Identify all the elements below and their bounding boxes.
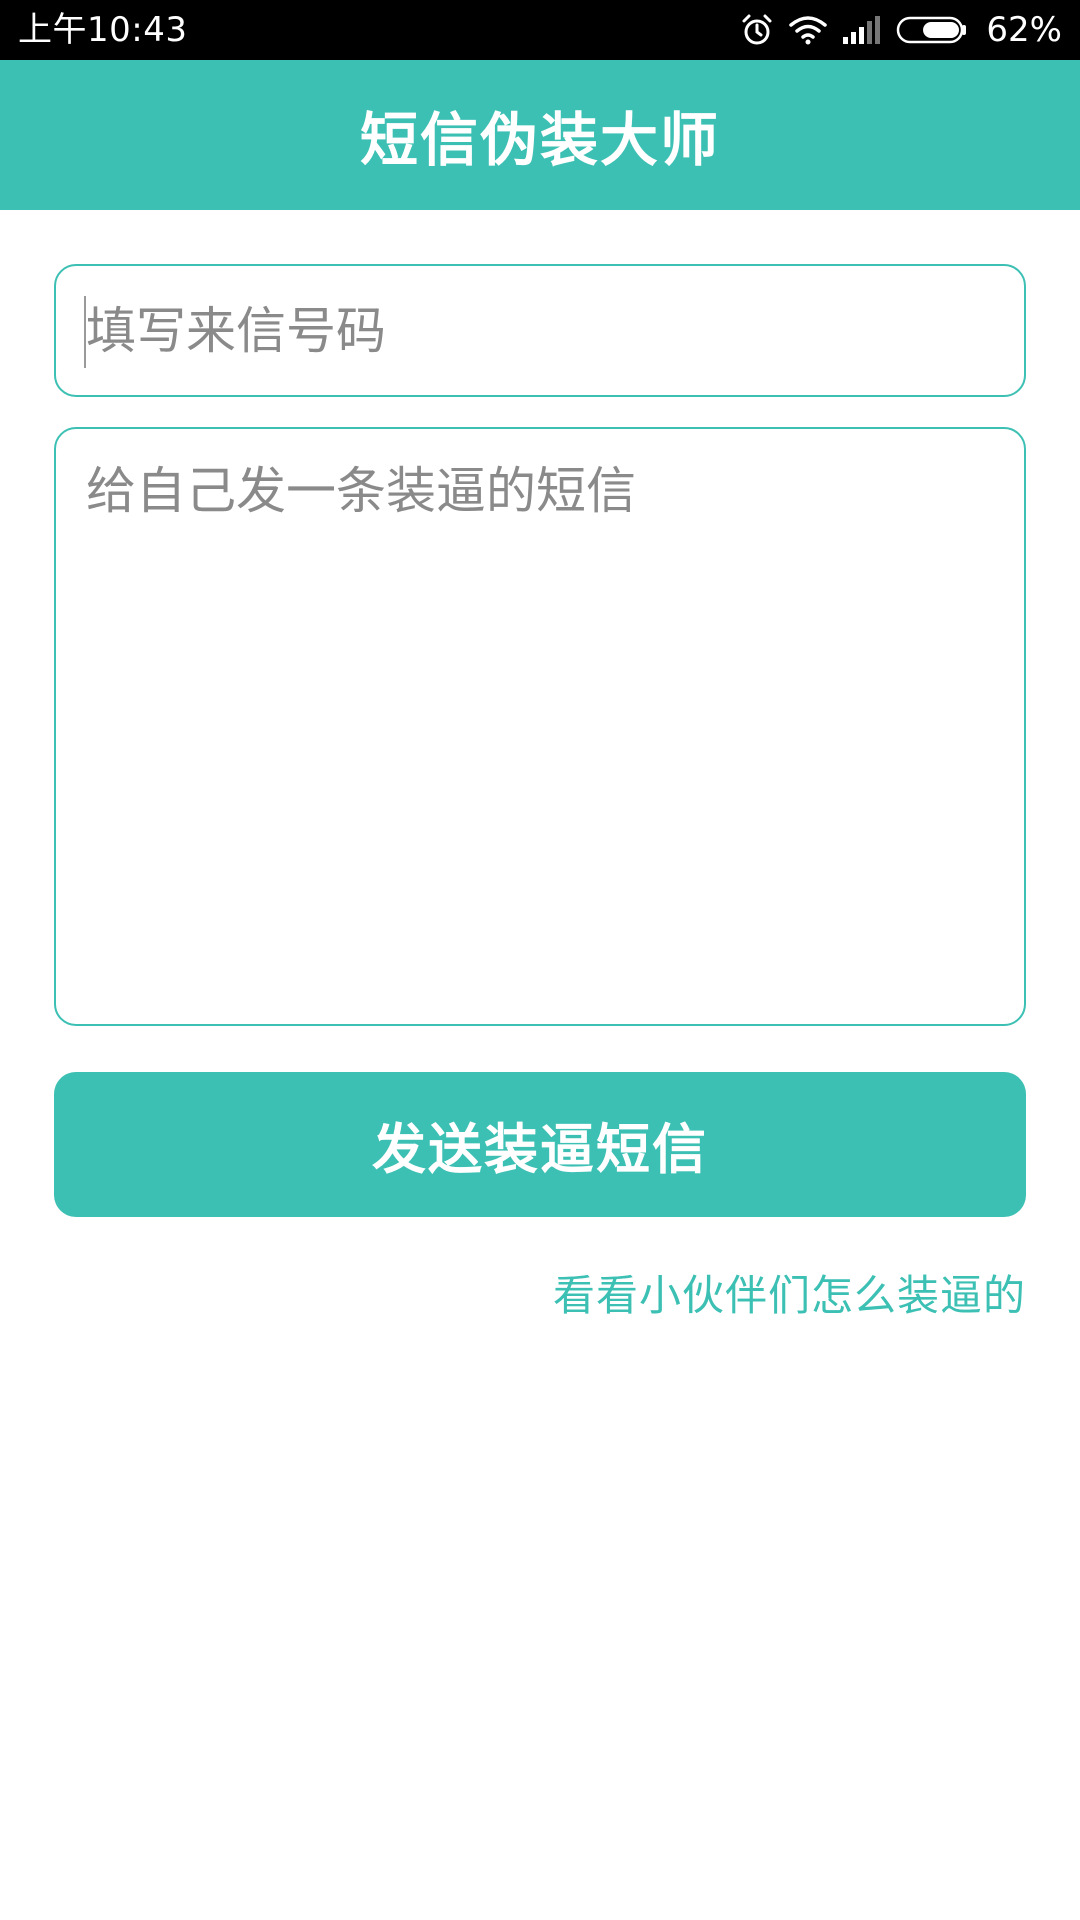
view-friends-link[interactable]: 看看小伙伴们怎么装逼的 bbox=[553, 1262, 1026, 1323]
alarm-icon bbox=[740, 13, 774, 47]
status-time: 上午10:43 bbox=[18, 10, 188, 50]
page-title: 短信伪装大师 bbox=[359, 106, 720, 174]
battery-percent: 62% bbox=[986, 10, 1062, 50]
status-icons: 62% bbox=[740, 0, 1062, 60]
phone-number-input[interactable] bbox=[56, 266, 1024, 395]
status-bar: 上午10:43 62% bbox=[0, 0, 1080, 60]
phone-field-container bbox=[54, 264, 1026, 397]
text-caret bbox=[84, 296, 86, 368]
signal-icon bbox=[842, 15, 882, 45]
send-sms-button[interactable]: 发送装逼短信 bbox=[54, 1072, 1026, 1217]
wifi-icon bbox=[788, 14, 828, 46]
message-textarea[interactable] bbox=[56, 429, 1024, 1024]
battery-icon bbox=[896, 15, 968, 45]
message-field-container bbox=[54, 427, 1026, 1026]
app-bar: 短信伪装大师 bbox=[0, 60, 1080, 210]
